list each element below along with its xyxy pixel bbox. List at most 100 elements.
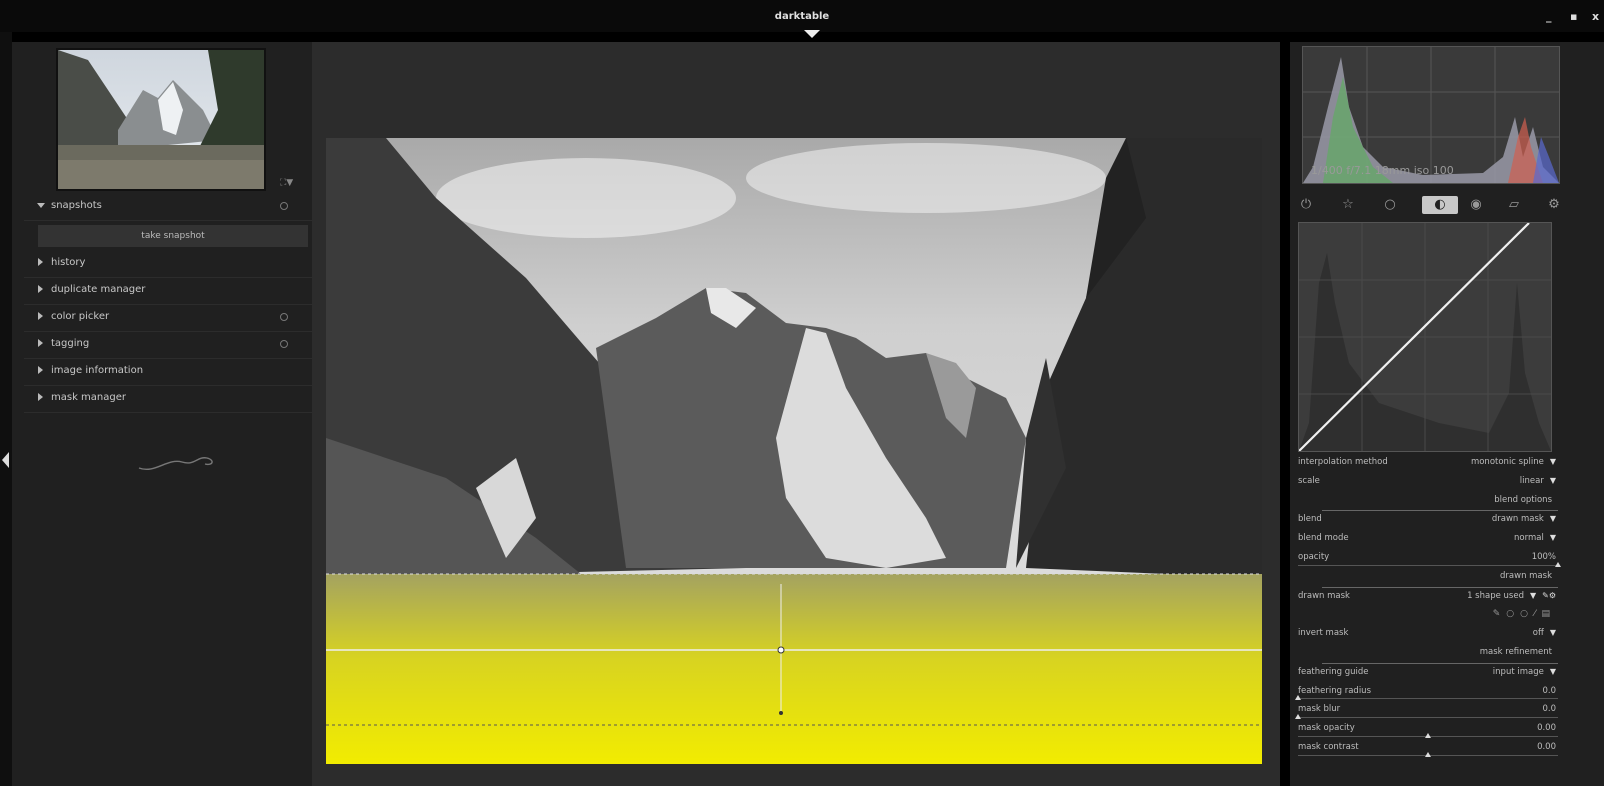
gear-icon[interactable]: ⚙: [1544, 196, 1564, 214]
take-snapshot-button[interactable]: take snapshot: [38, 225, 308, 247]
module-mask-manager[interactable]: mask manager: [24, 386, 316, 413]
feathering-guide-value[interactable]: input image: [1493, 667, 1544, 677]
reset-icon[interactable]: [280, 202, 288, 210]
tone-icon[interactable]: ◐: [1422, 196, 1458, 214]
slider-track[interactable]: [1298, 564, 1558, 566]
circle-icon[interactable]: ○: [1380, 196, 1400, 214]
zoom-control[interactable]: ⛶▼: [280, 178, 293, 188]
slider-marker[interactable]: [1295, 714, 1301, 720]
opacity-value: 100%: [1531, 551, 1556, 562]
drawn-mask-section: drawn mask: [1322, 568, 1558, 588]
collapsed-arrow-icon[interactable]: [38, 285, 43, 293]
center-view: [312, 42, 1280, 786]
shape-tools[interactable]: ✎○○⁄▤: [1493, 609, 1556, 619]
mask-contrast-label: mask contrast: [1298, 741, 1359, 752]
maximize-button[interactable]: ▪: [1570, 10, 1577, 23]
scale-row[interactable]: scale linear ▼: [1298, 473, 1558, 492]
dropdown-icon[interactable]: ▼: [1550, 667, 1556, 676]
interpolation-method-value[interactable]: monotonic spline: [1471, 457, 1544, 467]
module-color-picker[interactable]: color picker: [24, 305, 316, 332]
left-panel: ⛶▼ snapshots take snapshot history duplicat…: [12, 42, 316, 786]
slider-marker[interactable]: [1425, 751, 1431, 757]
blend-mode-row[interactable]: blend mode normal ▼: [1298, 530, 1558, 549]
ellipse-icon[interactable]: ○: [1506, 609, 1520, 619]
collapsed-arrow-icon[interactable]: [38, 258, 43, 266]
star-icon[interactable]: ☆: [1338, 196, 1358, 214]
power-icon[interactable]: ⏻: [1296, 196, 1316, 214]
module-label: image information: [51, 365, 144, 376]
color-icon[interactable]: ◉: [1466, 196, 1486, 214]
left-panel-toggle[interactable]: [0, 32, 12, 786]
dropdown-icon[interactable]: ▼: [1550, 476, 1556, 485]
module-snapshots[interactable]: snapshots: [24, 194, 316, 221]
feathering-radius-slider[interactable]: feathering radius 0.0: [1295, 683, 1558, 702]
module-image-information[interactable]: image information: [24, 359, 316, 386]
window-titlebar: darktable _ ▪ x: [0, 0, 1604, 32]
reset-icon[interactable]: [280, 340, 288, 348]
mask-blur-slider[interactable]: mask blur 0.0: [1295, 701, 1558, 720]
thumbnail-image: [58, 50, 264, 189]
expanded-arrow-icon[interactable]: [37, 203, 45, 208]
dropdown-icon[interactable]: ▼: [1550, 514, 1556, 523]
mask-edit-icon[interactable]: ✎⚙: [1542, 591, 1556, 600]
drawn-mask-value[interactable]: 1 shape used: [1467, 591, 1524, 601]
minimize-button[interactable]: _: [1546, 10, 1552, 23]
reset-icon[interactable]: [280, 313, 288, 321]
slider-marker[interactable]: [1555, 561, 1561, 567]
slider-marker[interactable]: [1295, 695, 1301, 701]
invert-mask-value[interactable]: off: [1533, 628, 1544, 638]
drawn-mask-section-label: drawn mask: [1500, 570, 1552, 581]
opacity-slider[interactable]: opacity 100%: [1298, 549, 1561, 568]
mask-blur-label: mask blur: [1298, 704, 1341, 715]
invert-mask-row[interactable]: invert mask off ▼: [1298, 625, 1558, 644]
histogram[interactable]: 1/400 f/7.1 18mm iso 100: [1302, 46, 1560, 184]
tone-curve-graph[interactable]: [1298, 222, 1552, 452]
collapsed-arrow-icon[interactable]: [38, 366, 43, 374]
blend-options-label: blend options: [1494, 494, 1552, 505]
blend-value[interactable]: drawn mask: [1492, 514, 1544, 524]
collapsed-arrow-icon[interactable]: [38, 393, 43, 401]
module-tagging[interactable]: tagging: [24, 332, 316, 359]
dropdown-icon[interactable]: ▼: [1530, 591, 1536, 600]
shape-icon[interactable]: ▱: [1504, 196, 1524, 214]
dropdown-icon[interactable]: ▼: [1550, 533, 1556, 542]
invert-mask-label: invert mask: [1298, 628, 1349, 639]
mask-contrast-slider[interactable]: mask contrast 0.00: [1298, 739, 1558, 758]
module-history[interactable]: history: [24, 251, 316, 278]
module-group-tabs: ⏻ ☆ ○ ◐ ◉ ▱ ⚙: [1290, 192, 1604, 218]
module-parameters: interpolation method monotonic spline ▼ s…: [1295, 454, 1561, 758]
blend-label: blend: [1298, 514, 1322, 525]
drawn-mask-row[interactable]: drawn mask 1 shape used ▼ ✎⚙: [1298, 588, 1558, 607]
mask-refinement-label: mask refinement: [1479, 646, 1552, 657]
drawn-mask-label: drawn mask: [1298, 590, 1350, 601]
gradient-icon[interactable]: ▤: [1541, 609, 1556, 619]
collapsed-arrow-icon[interactable]: [38, 312, 43, 320]
circle-icon[interactable]: ○: [1520, 609, 1534, 619]
exif-info: 1/400 f/7.1 18mm iso 100: [1311, 164, 1454, 177]
panel-flourish: [138, 457, 213, 470]
slider-marker[interactable]: [1425, 732, 1431, 738]
blend-row[interactable]: blend drawn mask ▼: [1298, 511, 1558, 530]
module-duplicate-manager[interactable]: duplicate manager: [24, 278, 316, 305]
collapsed-arrow-icon[interactable]: [38, 339, 43, 347]
navigation-thumbnail[interactable]: [56, 48, 266, 191]
close-button[interactable]: x: [1592, 10, 1599, 23]
path-icon[interactable]: ✎: [1493, 609, 1507, 619]
module-label: color picker: [51, 311, 110, 322]
scale-value[interactable]: linear: [1520, 476, 1544, 486]
slider-track[interactable]: [1298, 698, 1558, 700]
feathering-guide-row[interactable]: feathering guide input image ▼: [1298, 664, 1558, 683]
tone-curve: [1299, 223, 1551, 451]
dropdown-icon[interactable]: ▼: [1550, 457, 1556, 466]
slider-track[interactable]: [1298, 717, 1558, 719]
interpolation-method-label: interpolation method: [1298, 457, 1388, 467]
top-panel-toggle-icon[interactable]: [804, 30, 820, 38]
mask-opacity-slider[interactable]: mask opacity 0.00: [1298, 720, 1558, 739]
interpolation-method-row[interactable]: interpolation method monotonic spline ▼: [1298, 454, 1558, 473]
mask-contrast-value: 0.00: [1537, 741, 1556, 752]
dropdown-icon[interactable]: ▼: [1550, 628, 1556, 637]
blend-mode-value[interactable]: normal: [1514, 533, 1544, 543]
collapse-left-icon[interactable]: [2, 452, 9, 468]
scale-label: scale: [1298, 475, 1320, 486]
image-canvas[interactable]: [326, 138, 1262, 764]
